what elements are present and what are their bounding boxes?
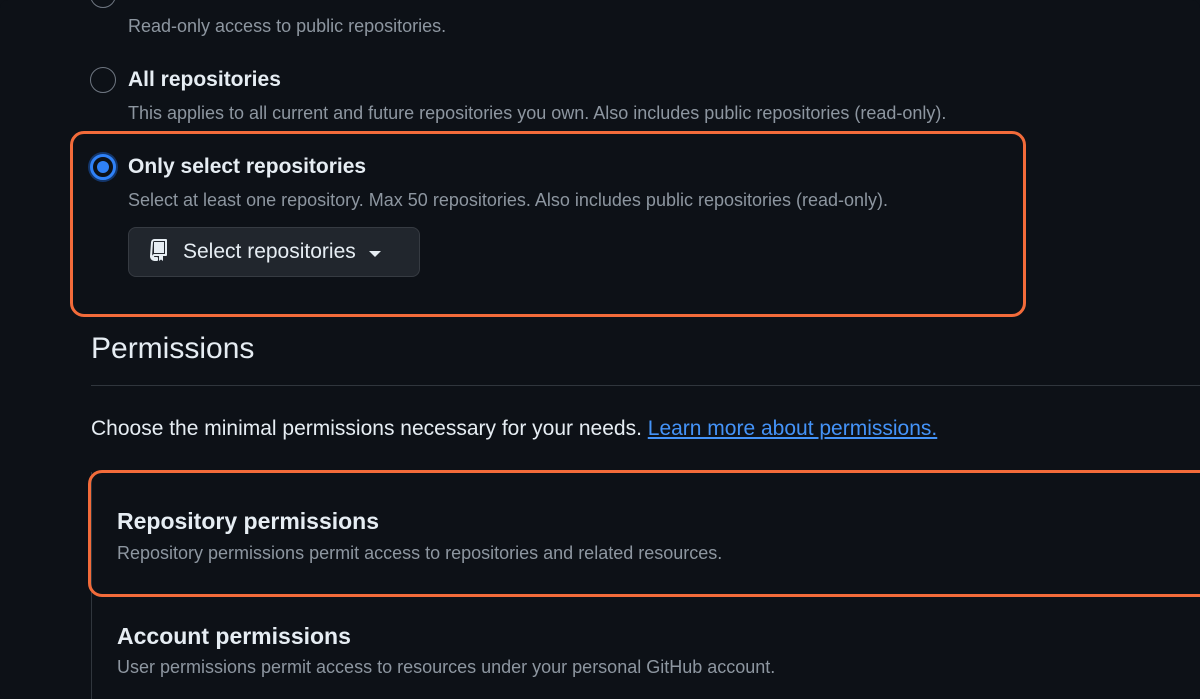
repository-permissions-title[interactable]: Repository permissions	[117, 508, 379, 535]
repository-permissions-description: Repository permissions permit access to …	[117, 543, 723, 563]
learn-more-permissions-link[interactable]: Learn more about permissions.	[648, 417, 937, 440]
radio-all-repositories-button[interactable]	[90, 67, 116, 93]
permissions-intro: Choose the minimal permissions necessary…	[91, 417, 937, 441]
select-repositories-button[interactable]: Select repositories	[128, 227, 420, 277]
radio-all-repositories[interactable]: All repositories	[90, 67, 281, 93]
account-permissions-description: User permissions permit access to resour…	[117, 657, 776, 677]
radio-only-select-repositories-button[interactable]	[90, 154, 116, 180]
repo-icon	[149, 238, 169, 266]
all-repositories-label[interactable]: All repositories	[128, 68, 281, 92]
radio-public-repositories[interactable]	[90, 0, 116, 8]
all-repositories-description: This applies to all current and future r…	[128, 103, 947, 123]
radio-public-repositories-button[interactable]	[90, 0, 116, 8]
permissions-heading: Permissions	[91, 332, 255, 365]
radio-only-select-repositories[interactable]: Only select repositories	[90, 154, 366, 180]
public-repositories-description: Read-only access to public repositories.	[128, 16, 447, 36]
chevron-down-icon	[368, 250, 381, 257]
only-select-repositories-label[interactable]: Only select repositories	[128, 155, 366, 179]
permissions-intro-text: Choose the minimal permissions necessary…	[91, 417, 642, 440]
account-permissions-title[interactable]: Account permissions	[117, 623, 351, 650]
permissions-divider	[91, 385, 1200, 386]
fine-grained-token-settings: Read-only access to public repositories.…	[0, 0, 1200, 699]
select-repositories-label: Select repositories	[183, 240, 356, 263]
only-select-repositories-description: Select at least one repository. Max 50 r…	[128, 190, 889, 210]
